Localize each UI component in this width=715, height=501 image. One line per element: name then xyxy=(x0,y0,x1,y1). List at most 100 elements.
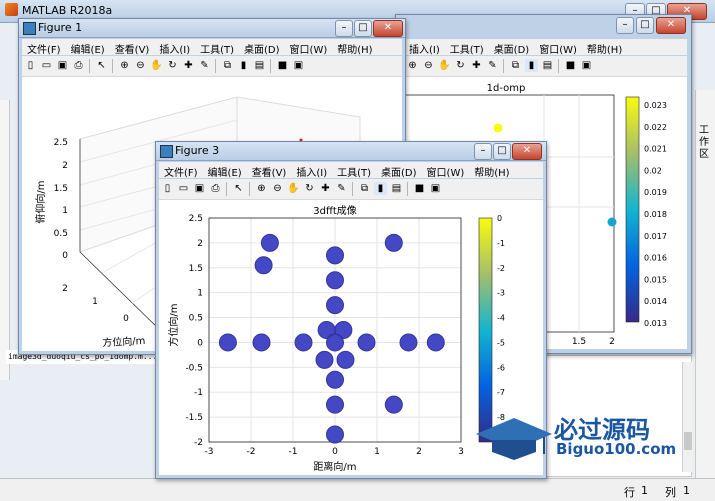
y-tick-label: 1 xyxy=(197,289,203,299)
fig1-menu-insert[interactable]: 插入(I) xyxy=(154,39,195,56)
fig1-menu-tools[interactable]: 工具(T) xyxy=(195,39,239,56)
fig1-minimize-button[interactable]: – xyxy=(335,20,353,37)
hide-plot-tools-icon[interactable]: ■ xyxy=(413,182,426,195)
zoom-out-icon[interactable]: ⊖ xyxy=(422,59,435,72)
data-point xyxy=(326,246,344,265)
open-folder-icon[interactable]: ▭ xyxy=(40,59,53,72)
colorbar-tick-label: -1 xyxy=(497,239,505,248)
fig1-menu-window[interactable]: 窗口(W) xyxy=(285,39,333,56)
zoom-in-icon[interactable]: ⊕ xyxy=(255,182,268,195)
data-cursor-icon[interactable]: ✚ xyxy=(470,59,483,72)
fig3-menu-desktop[interactable]: 桌面(D) xyxy=(376,162,422,179)
status-col-label: 列 xyxy=(665,486,676,499)
print-icon[interactable]: ⎙ xyxy=(72,59,85,72)
fig1-menubar: 文件(F) 编辑(E) 查看(V) 插入(I) 工具(T) 桌面(D) 窗口(W) 帮助(H) xyxy=(22,39,402,56)
fig1-y-axis xyxy=(79,251,163,333)
data-cursor-icon[interactable]: ✚ xyxy=(182,59,195,72)
fig2-minimize-button[interactable]: – xyxy=(616,17,634,34)
fig3-menu-file[interactable]: 文件(F) xyxy=(159,162,203,179)
zoom-in-icon[interactable]: ⊕ xyxy=(118,59,131,72)
fig1-menu-file[interactable]: 文件(F) xyxy=(22,39,66,56)
zoom-out-icon[interactable]: ⊖ xyxy=(271,182,284,195)
new-file-icon[interactable]: ▯ xyxy=(161,182,174,195)
fig2-menu-window[interactable]: 窗口(W) xyxy=(534,39,582,56)
workspace-label[interactable]: 工作区 xyxy=(699,125,711,161)
fig3-menu-tools[interactable]: 工具(T) xyxy=(332,162,376,179)
fig2-title: 1d-omp xyxy=(487,83,526,94)
fig3-toolbar: ▯ ▭ ▣ ⎙ ↖ ⊕ ⊖ ✋ ↻ ✚ ✎ ⧉ ▮ ▤ ■ ▣ xyxy=(159,179,543,200)
legend-icon[interactable]: ▤ xyxy=(541,59,554,72)
zoom-out-icon[interactable]: ⊖ xyxy=(134,59,147,72)
fig2-point xyxy=(607,217,617,227)
brush-icon[interactable]: ✎ xyxy=(486,59,499,72)
brush-icon[interactable]: ✎ xyxy=(198,59,211,72)
fig2-menu-desktop[interactable]: 桌面(D) xyxy=(489,39,535,56)
fig1-menu-edit[interactable]: 编辑(E) xyxy=(66,39,110,56)
fig3-chart-title: 3dfft成像 xyxy=(313,205,357,217)
link-icon[interactable]: ⧉ xyxy=(509,59,522,72)
data-cursor-icon[interactable]: ✚ xyxy=(319,182,332,195)
fig3-maximize-button[interactable]: □ xyxy=(493,143,511,160)
legend-icon[interactable]: ▤ xyxy=(390,182,403,195)
link-icon[interactable]: ⧉ xyxy=(221,59,234,72)
show-plot-tools-icon[interactable]: ▣ xyxy=(429,182,442,195)
rotate-icon[interactable]: ↻ xyxy=(166,59,179,72)
fig2-close-button[interactable]: ✕ xyxy=(656,17,686,34)
fig3-menu-help[interactable]: 帮助(H) xyxy=(469,162,514,179)
new-file-icon[interactable]: ▯ xyxy=(24,59,37,72)
toolbar-separator xyxy=(352,182,353,196)
pan-icon[interactable]: ✋ xyxy=(150,59,163,72)
data-point xyxy=(326,395,344,414)
fig3-menu-view[interactable]: 查看(V) xyxy=(247,162,292,179)
fig3-minimize-button[interactable]: – xyxy=(474,143,492,160)
fig3-menu-insert[interactable]: 插入(I) xyxy=(291,162,332,179)
colorbar-tick-label: 0.014 xyxy=(644,297,667,306)
hide-plot-tools-icon[interactable]: ■ xyxy=(276,59,289,72)
pan-icon[interactable]: ✋ xyxy=(438,59,451,72)
toolbar-separator xyxy=(89,59,90,73)
fig1-menu-help[interactable]: 帮助(H) xyxy=(332,39,377,56)
save-icon[interactable]: ▣ xyxy=(193,182,206,195)
pan-icon[interactable]: ✋ xyxy=(287,182,300,195)
pointer-icon[interactable]: ↖ xyxy=(232,182,245,195)
status-row-label: 行 xyxy=(624,486,635,499)
link-icon[interactable]: ⧉ xyxy=(358,182,371,195)
brush-icon[interactable]: ✎ xyxy=(335,182,348,195)
save-icon[interactable]: ▣ xyxy=(56,59,69,72)
fig1-close-button[interactable]: ✕ xyxy=(373,20,403,37)
legend-icon[interactable]: ▤ xyxy=(253,59,266,72)
colorbar-tick-label: -2 xyxy=(497,264,505,273)
y-tick-label: -1 xyxy=(194,388,203,398)
open-folder-icon[interactable]: ▭ xyxy=(177,182,190,195)
toolbar-separator xyxy=(558,59,559,73)
hide-plot-tools-icon[interactable]: ■ xyxy=(564,59,577,72)
fig1-z-tick: 2 xyxy=(62,161,68,171)
fig3-menu-window[interactable]: 窗口(W) xyxy=(422,162,470,179)
x-tick-label: -1 xyxy=(289,447,298,457)
print-icon[interactable]: ⎙ xyxy=(209,182,222,195)
fig3-menu-edit[interactable]: 编辑(E) xyxy=(203,162,247,179)
fig2-maximize-button[interactable]: □ xyxy=(636,17,654,34)
colorbar-icon[interactable]: ▮ xyxy=(525,59,538,72)
fig1-z-tick: 0 xyxy=(62,251,68,261)
rotate-icon[interactable]: ↻ xyxy=(303,182,316,195)
fig2-menu-insert[interactable]: 插入(I) xyxy=(404,39,445,56)
fig2-menu-help[interactable]: 帮助(H) xyxy=(582,39,627,56)
rotate-icon[interactable]: ↻ xyxy=(454,59,467,72)
colorbar-icon[interactable]: ▮ xyxy=(374,182,387,195)
colorbar-tick-label: -6 xyxy=(497,363,505,372)
colorbar-icon[interactable]: ▮ xyxy=(237,59,250,72)
fig2-menu-tools[interactable]: 工具(T) xyxy=(445,39,489,56)
fig1-menu-view[interactable]: 查看(V) xyxy=(110,39,155,56)
show-plot-tools-icon[interactable]: ▣ xyxy=(292,59,305,72)
zoom-in-icon[interactable]: ⊕ xyxy=(406,59,419,72)
y-tick-label: 0 xyxy=(197,338,203,348)
pointer-icon[interactable]: ↖ xyxy=(95,59,108,72)
fig1-menu-desktop[interactable]: 桌面(D) xyxy=(239,39,285,56)
toolbar-separator xyxy=(407,182,408,196)
data-point xyxy=(426,333,445,352)
toolbar-separator xyxy=(112,59,113,73)
fig3-close-button[interactable]: ✕ xyxy=(512,143,542,160)
show-plot-tools-icon[interactable]: ▣ xyxy=(580,59,593,72)
fig1-maximize-button[interactable]: □ xyxy=(354,20,372,37)
